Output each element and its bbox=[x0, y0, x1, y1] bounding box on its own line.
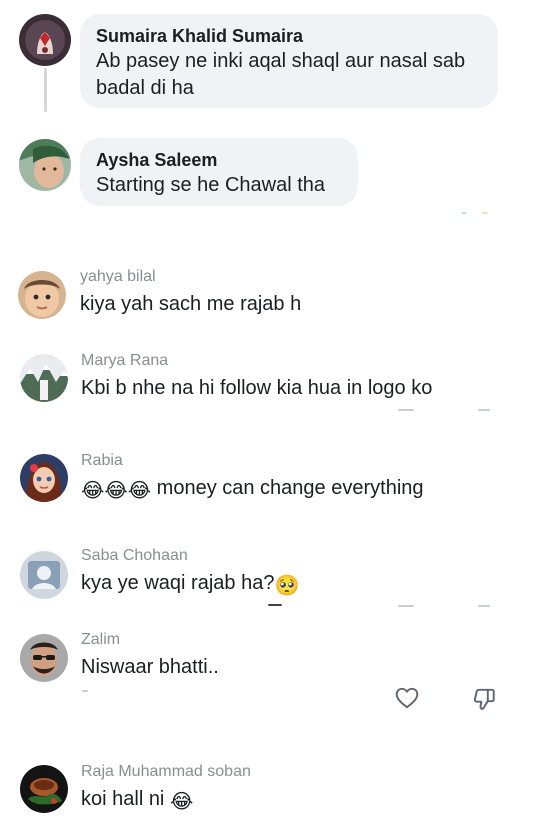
avatar-rabia[interactable] bbox=[20, 454, 68, 502]
laughing-emoji-icon: 😂 bbox=[169, 791, 194, 813]
avatar-saba[interactable] bbox=[20, 551, 68, 599]
avatar-man-sunglasses-icon bbox=[20, 634, 68, 682]
avatar-raja[interactable] bbox=[20, 765, 68, 813]
comment-bubble-aysha[interactable]: Aysha Saleem Starting se he Chawal tha bbox=[80, 138, 358, 206]
thread-connector-line bbox=[44, 68, 47, 112]
comment-rabia: Rabia 😂😂😂 money can change everything bbox=[81, 451, 424, 504]
comment-text: kya ye waqi rajab ha?🥺 bbox=[81, 570, 299, 599]
comment-text: koi hall ni 😂 bbox=[81, 786, 251, 815]
comment-text-body: koi hall ni bbox=[81, 788, 170, 810]
comment-text: Kbi b nhe na hi follow kia hua in logo k… bbox=[81, 377, 433, 399]
comment-author[interactable]: Aysha Saleem bbox=[96, 148, 342, 172]
comment-author[interactable]: Raja Muhammad soban bbox=[81, 762, 251, 782]
comment-zalim: Zalim Niswaar bhatti.. bbox=[81, 630, 219, 680]
comment-author[interactable]: Sumaira Khalid Sumaira bbox=[96, 24, 482, 48]
comment-text: Ab pasey ne inki aqal shaql aur nasal sa… bbox=[96, 48, 482, 102]
avatar-woman-green-icon bbox=[19, 139, 71, 191]
heart-outline-icon[interactable] bbox=[394, 685, 420, 711]
faint-mark bbox=[398, 409, 414, 411]
comment-text-line: badal di ha bbox=[96, 77, 194, 99]
comment-author[interactable]: Saba Chohaan bbox=[81, 546, 299, 566]
comment-text-body: money can change everything bbox=[151, 477, 424, 499]
comment-text: kiya yah sach me rajab h bbox=[80, 293, 302, 315]
faint-mark bbox=[82, 690, 88, 692]
comment-author[interactable]: Marya Rana bbox=[81, 351, 432, 371]
comment-saba: Saba Chohaan kya ye waqi rajab ha?🥺 bbox=[81, 546, 299, 599]
avatar-marya[interactable] bbox=[20, 354, 68, 402]
comment-raja: Raja Muhammad soban koi hall ni 😂 bbox=[81, 762, 251, 815]
avatar-aysha[interactable] bbox=[19, 139, 71, 191]
avatar-sumaira[interactable] bbox=[19, 14, 71, 66]
avatar-dark-food-icon bbox=[20, 765, 68, 813]
laughing-emoji-icon: 😂😂😂 bbox=[81, 480, 152, 502]
comment-author[interactable]: Zalim bbox=[81, 630, 219, 650]
comment-text-line: Ab pasey ne inki aqal shaql aur nasal sa… bbox=[96, 50, 466, 72]
avatar-photo-gray-icon bbox=[20, 551, 68, 599]
faint-mark bbox=[398, 605, 414, 607]
comment-text-body: kya ye waqi rajab ha? bbox=[81, 572, 275, 594]
comment-text: Starting se he Chawal tha bbox=[96, 174, 326, 196]
avatar-hands-henna-icon bbox=[19, 14, 71, 66]
comment-author[interactable]: Rabia bbox=[81, 451, 424, 471]
comment-author[interactable]: yahya bilal bbox=[80, 267, 301, 287]
avatar-baby-icon bbox=[18, 271, 66, 319]
avatar-cartoon-girl-icon bbox=[20, 454, 68, 502]
comment-marya: Marya Rana Kbi b nhe na hi follow kia hu… bbox=[81, 351, 432, 401]
avatar-yahya[interactable] bbox=[18, 271, 66, 319]
comment-text: Niswaar bhatti.. bbox=[81, 656, 219, 678]
thumbs-down-outline-icon[interactable] bbox=[471, 686, 497, 712]
faint-mark bbox=[478, 605, 490, 607]
avatar-snowy-trees-icon bbox=[20, 354, 68, 402]
faint-mark bbox=[268, 604, 282, 606]
pleading-face-emoji-icon: 🥺 bbox=[274, 575, 300, 597]
faint-mark bbox=[462, 212, 466, 214]
comment-text: 😂😂😂 money can change everything bbox=[81, 475, 424, 504]
faint-mark bbox=[478, 409, 490, 411]
faint-mark bbox=[482, 212, 488, 214]
avatar-zalim[interactable] bbox=[20, 634, 68, 682]
comment-bubble-sumaira[interactable]: Sumaira Khalid Sumaira Ab pasey ne inki … bbox=[80, 14, 498, 108]
comment-yahya: yahya bilal kiya yah sach me rajab h bbox=[80, 267, 301, 317]
